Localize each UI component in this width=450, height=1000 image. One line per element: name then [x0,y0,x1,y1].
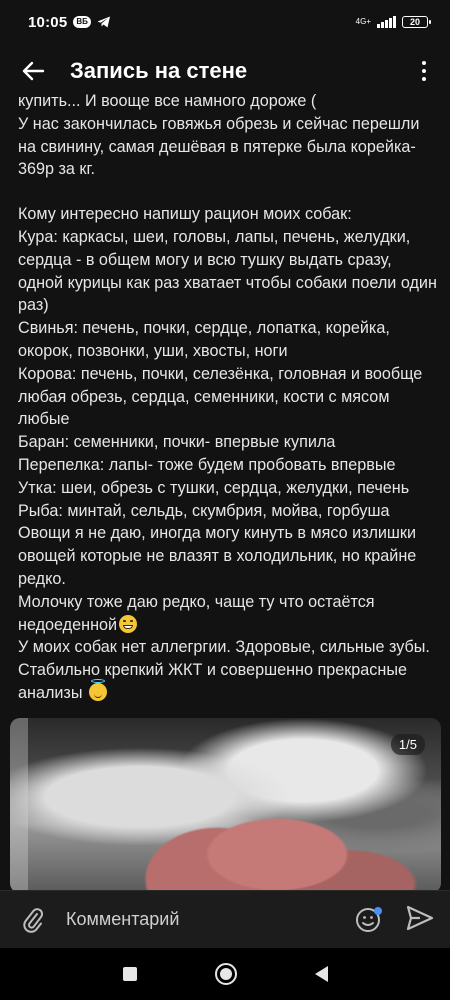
arrow-left-icon [22,61,45,81]
status-time: 10:05 [28,13,68,31]
telegram-icon [97,16,110,28]
attach-button[interactable] [18,905,48,935]
send-icon [406,905,434,930]
post-paragraph-2: Кому интересно напишу рацион моих собак:… [18,203,438,636]
signal-icon [377,16,396,28]
grinning-emoji-icon [119,614,138,633]
recents-button[interactable] [122,967,137,981]
photo-counter: 1/5 [390,734,425,755]
post-text: купить... И вооще все намного дороже ( У… [18,90,438,705]
network-type: 4G+ [355,17,371,26]
system-back-button[interactable] [314,966,328,982]
emoji-button[interactable] [354,905,384,935]
system-nav-bar [0,948,450,1000]
more-options-button[interactable] [414,56,434,86]
post-paragraph-3: У моих собак нет аллегргии. Здоровые, си… [18,636,438,704]
vk-notification-icon: ВБ [73,16,91,28]
comment-bar [0,890,450,948]
home-button[interactable] [214,963,237,985]
send-button[interactable] [406,905,436,935]
comment-input[interactable] [64,908,354,931]
page-title: Запись на стене [70,58,248,83]
paperclip-icon [23,907,44,933]
back-button[interactable] [18,56,48,86]
post-photo[interactable]: 1/5 [10,718,441,893]
status-bar: 10:05 ВБ 4G+ 20 [0,0,450,44]
halo-smile-emoji-icon [89,678,107,701]
post-paragraph-2-text: Кому интересно напишу рацион моих собак:… [18,205,437,634]
battery-icon: 20 [402,16,431,28]
post-paragraph-1: купить... И вооще все намного дороже ( У… [18,92,420,179]
smile-icon [356,906,382,932]
post-paragraph-3-text: У моих собак нет аллегргии. Здоровые, си… [18,638,430,702]
